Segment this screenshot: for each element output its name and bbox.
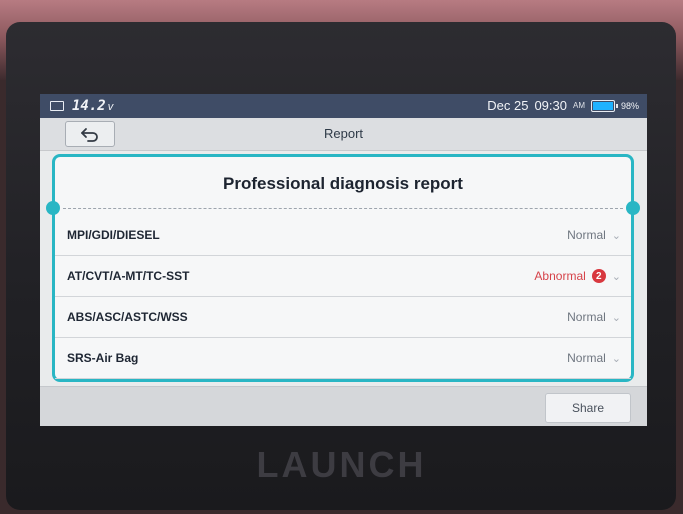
chevron-down-icon: ⌄ (611, 229, 621, 242)
system-label: ABS/ASC/ASTC/WSS (67, 310, 188, 324)
status-normal: Normal ⌄ (567, 228, 621, 242)
card-notch-left (46, 201, 60, 215)
car-battery-icon (50, 101, 64, 111)
chevron-down-icon: ⌄ (611, 311, 621, 324)
page-title: Report (323, 126, 364, 141)
system-row-mpi-gdi-diesel[interactable]: MPI/GDI/DIESEL Normal ⌄ (55, 215, 631, 256)
status-normal: Normal ⌄ (567, 351, 621, 365)
status-left: 14.2 v (50, 97, 113, 115)
status-bar: 14.2 v Dec 25 09:30 AM 98% (40, 94, 647, 118)
status-am-pm: AM (572, 101, 585, 110)
status-text: Normal (567, 228, 606, 242)
device-screen: 14.2 v Dec 25 09:30 AM 98% Report Profess… (40, 94, 647, 426)
title-bar: Report (40, 118, 647, 151)
report-title: Professional diagnosis report (223, 174, 463, 193)
status-abnormal: Abnormal 2 ⌄ (534, 269, 621, 283)
system-label: SRS-Air Bag (67, 351, 139, 365)
status-right: Dec 25 09:30 AM 98% (487, 98, 639, 113)
status-normal: Normal ⌄ (567, 310, 621, 324)
system-label: MPI/GDI/DIESEL (67, 228, 160, 242)
share-button[interactable]: Share (545, 393, 631, 423)
voltage-value: 14.2 (72, 98, 106, 114)
voltage-unit: v (107, 101, 114, 113)
bottom-toolbar: Share (40, 386, 647, 426)
fault-count-badge: 2 (591, 269, 606, 283)
battery-percent: 98% (620, 100, 639, 111)
chevron-down-icon: ⌄ (611, 270, 621, 283)
battery-fill (592, 101, 613, 110)
dashed-divider (63, 208, 623, 209)
system-list: MPI/GDI/DIESEL Normal ⌄ AT/CVT/A-MT/TC-S… (55, 215, 631, 379)
system-row-abs-asc[interactable]: ABS/ASC/ASTC/WSS Normal ⌄ (55, 297, 631, 338)
status-time: 09:30 (534, 98, 567, 113)
report-card: Professional diagnosis report MPI/GDI/DI… (46, 154, 640, 382)
voltage-readout: 14.2 v (72, 97, 113, 115)
chevron-down-icon: ⌄ (611, 352, 621, 365)
system-label: AT/CVT/A-MT/TC-SST (67, 269, 190, 283)
status-text: Normal (567, 310, 606, 324)
system-row-at-cvt[interactable]: AT/CVT/A-MT/TC-SST Abnormal 2 ⌄ (55, 256, 631, 297)
system-row-srs-air-bag[interactable]: SRS-Air Bag Normal ⌄ (55, 338, 631, 379)
status-text: Abnormal (534, 269, 586, 283)
status-date: Dec 25 (487, 98, 529, 113)
device-brand-logo: LAUNCH (256, 444, 427, 485)
status-text: Normal (567, 351, 606, 365)
card-notch-right (626, 201, 640, 215)
report-header: Professional diagnosis report (55, 157, 631, 211)
battery-icon (590, 99, 618, 112)
